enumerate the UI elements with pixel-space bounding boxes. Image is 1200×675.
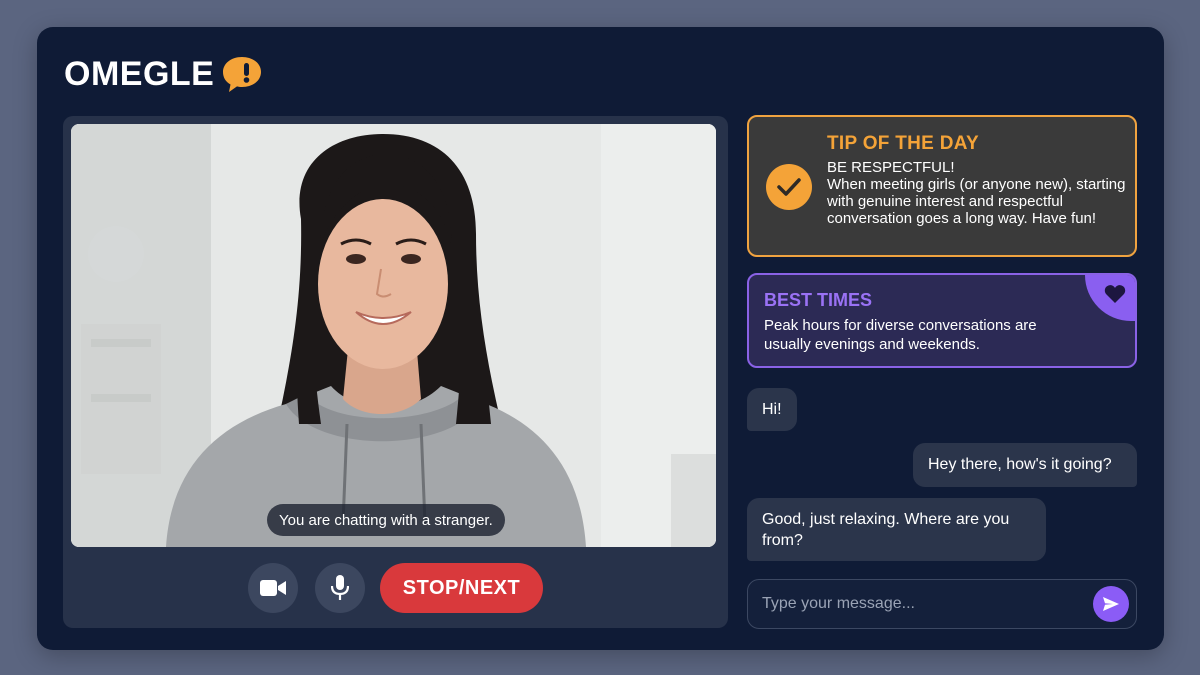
send-button[interactable] — [1093, 586, 1129, 622]
exclamation-chat-bubble-icon — [223, 57, 262, 92]
message-input-bar — [747, 579, 1137, 629]
microphone-toggle-button[interactable] — [315, 563, 365, 613]
send-icon — [1103, 597, 1119, 611]
heart-icon — [1104, 285, 1126, 303]
logo: OMEGLE — [64, 54, 264, 94]
your-message: Hey there, how's it going? — [913, 443, 1137, 487]
microphone-icon — [331, 575, 349, 600]
stop-next-button[interactable]: STOP/NEXT — [380, 563, 543, 613]
tip-heading: BE RESPECTFUL! — [827, 159, 955, 176]
tip-title: TIP OF THE DAY — [827, 133, 980, 154]
best-times-title: BEST TIMES — [764, 290, 873, 310]
app-window: OMEGLE You are chatting with a stranger.… — [37, 27, 1164, 650]
stranger-video-feed: You are chatting with a stranger. — [71, 124, 716, 547]
stranger-message: Good, just relaxing. Where are you from? — [747, 498, 1046, 561]
video-panel: You are chatting with a stranger. STOP/N… — [63, 116, 728, 628]
message-input[interactable] — [762, 580, 1082, 628]
video-camera-icon — [260, 580, 286, 596]
tip-of-the-day-card: TIP OF THE DAY BE RESPECTFUL! When meeti… — [747, 115, 1137, 257]
best-times-body: Peak hours for diverse conversations are… — [764, 317, 1037, 353]
heart-badge — [1085, 275, 1135, 321]
chat-status-caption: You are chatting with a stranger. — [267, 504, 505, 536]
logo-text: OMEGLE — [64, 54, 215, 93]
camera-toggle-button[interactable] — [248, 563, 298, 613]
stranger-video-image — [71, 124, 716, 547]
best-times-card: BEST TIMES Peak hours for diverse conver… — [747, 273, 1137, 368]
tip-text: When meeting girls (or anyone new), star… — [827, 176, 1126, 227]
check-circle-icon — [766, 164, 812, 210]
stranger-message: Hi! — [747, 388, 797, 431]
video-controls: STOP/NEXT — [63, 563, 728, 613]
tip-body: BE RESPECTFUL! When meeting girls (or an… — [827, 159, 1127, 227]
